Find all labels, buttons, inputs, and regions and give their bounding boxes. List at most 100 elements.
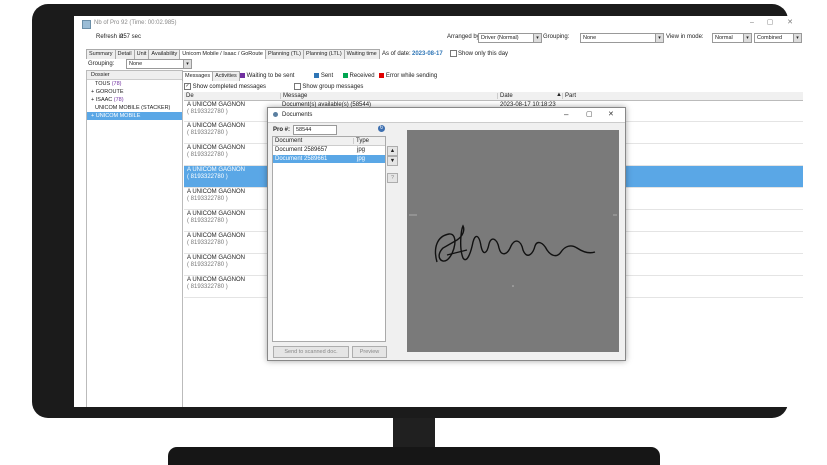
col-type[interactable]: Type: [353, 138, 369, 144]
row-phone: ( 8193322780 ): [187, 218, 228, 224]
preview-button[interactable]: Preview: [352, 346, 387, 358]
row-phone: ( 8193322780 ): [187, 240, 228, 246]
expand-plus-icon[interactable]: +: [91, 97, 94, 103]
arranged-by-select[interactable]: Driver (Normal) ▾: [478, 33, 542, 43]
tab-summary[interactable]: Summary: [86, 49, 116, 59]
help-button[interactable]: ?: [387, 173, 398, 183]
list-item[interactable]: Document 2589657 jpg: [273, 146, 385, 154]
list-item-selected[interactable]: Document 2589661 jpg: [273, 155, 385, 163]
col-document[interactable]: Document: [275, 138, 302, 144]
row-from: A UNICOM GAGNON: [187, 233, 246, 239]
show-day-checkbox[interactable]: [450, 50, 457, 57]
grid-header: De Message Date ▲ Part: [184, 92, 803, 101]
sidebar-item-label: UNICOM MOBILE (STACKER): [95, 105, 171, 111]
sidebar-item-count: (78): [111, 81, 122, 87]
sidebar-item-unicom-mobile[interactable]: + UNICOM MOBILE: [87, 112, 182, 120]
sidebar-item-isaac[interactable]: + ISAAC (78): [87, 96, 182, 104]
dialog-title-bar: Documents – ▢ ✕: [268, 108, 625, 123]
doc-name: Document 2589657: [275, 147, 328, 153]
options-row: ✓ Show completed messages Show group mes…: [184, 83, 363, 90]
documents-list-header: Document Type: [273, 137, 385, 146]
row-from: A UNICOM GAGNON: [187, 145, 246, 151]
pro-input[interactable]: 58544: [293, 125, 337, 135]
tab-messages[interactable]: Messages: [182, 71, 214, 81]
grouping-select[interactable]: None ▾: [580, 33, 664, 43]
view-mode2-select[interactable]: Combined ▾: [754, 33, 802, 43]
pro-label: Pro #:: [273, 127, 291, 133]
left-grouping-label: Grouping:: [88, 61, 115, 67]
expand-plus-icon[interactable]: +: [91, 89, 94, 95]
col-message[interactable]: Message: [280, 93, 307, 99]
maximize-icon[interactable]: ▢: [764, 18, 776, 28]
maximize-icon[interactable]: ▢: [586, 110, 593, 118]
move-up-button[interactable]: ▲: [387, 146, 398, 156]
row-phone: ( 8193322780 ): [187, 130, 228, 136]
tab-availability[interactable]: Availability: [148, 49, 181, 59]
title-bar: Nb of Pro 92 (Time: 00:02.985) – ▢ ✕: [74, 16, 803, 32]
show-group-checkbox[interactable]: [293, 83, 301, 90]
doc-type: jpg: [357, 147, 366, 153]
refresh-icon[interactable]: ↻: [378, 125, 385, 132]
show-completed-label: Show completed messages: [192, 84, 267, 91]
monitor-neck: [393, 418, 435, 448]
dialog-title: Documents: [282, 112, 313, 118]
tab-unit[interactable]: Unit: [133, 49, 150, 59]
doc-name: Document 2589661: [275, 156, 328, 162]
tab-waiting-time[interactable]: Waiting time: [343, 49, 380, 59]
sidebar-item-tous[interactable]: TOUS (78): [87, 80, 182, 88]
sidebar-item-unicom-stacker[interactable]: UNICOM MOBILE (STACKER): [87, 104, 182, 112]
close-icon[interactable]: ✕: [608, 110, 614, 118]
minimize-icon[interactable]: –: [564, 110, 568, 119]
pro-value: 58544: [296, 127, 312, 133]
as-of-label: As of date:: [382, 51, 411, 57]
move-down-button[interactable]: ▼: [387, 156, 398, 166]
chevron-down-icon: ▾: [793, 34, 801, 42]
show-completed-checkbox[interactable]: ✓: [184, 83, 191, 90]
tab-unicom-mobile[interactable]: Unicom Mobile / Isaac / GoRoute: [179, 49, 266, 59]
documents-dialog: Documents – ▢ ✕ Pro #: 58544 ↻ Document …: [267, 107, 626, 361]
tab-detail[interactable]: Detail: [114, 49, 135, 59]
window-title: Nb of Pro 92 (Time: 00:02.985): [94, 20, 177, 26]
tab-planning-ltl[interactable]: Planning (LTL): [303, 49, 345, 59]
chevron-down-icon: ▾: [743, 34, 751, 42]
close-icon[interactable]: ✕: [784, 18, 796, 28]
legend-label: Waiting to be sent: [246, 73, 295, 80]
dossier-header: Dossier: [87, 71, 182, 80]
legend-swatch: [379, 73, 385, 78]
legend-label: Sent: [320, 73, 334, 80]
left-grouping-value: None: [129, 61, 143, 67]
sidebar-item-label: GOROUTE: [95, 89, 124, 95]
row-from: A UNICOM GAGNON: [187, 255, 246, 261]
tab-planning-tl[interactable]: Planning (TL): [264, 49, 304, 59]
as-of-date[interactable]: 2023-08-17: [412, 51, 443, 57]
legend-swatch: [342, 73, 348, 78]
expand-plus-icon[interactable]: +: [91, 113, 94, 119]
legend-label: Error while sending: [385, 73, 438, 80]
grouping-label: Grouping:: [543, 34, 570, 40]
tab-activities[interactable]: Activities: [212, 71, 240, 81]
view-mode-label: View in mode:: [666, 34, 704, 40]
row-from: A UNICOM GAGNON: [187, 277, 246, 283]
row-phone: ( 8193322780 ): [187, 284, 228, 290]
left-grouping-select[interactable]: None ▾: [126, 59, 192, 69]
send-scanned-button[interactable]: Send to scanned doc.: [273, 346, 349, 358]
row-phone: ( 8193322780 ): [187, 196, 228, 202]
row-from: A UNICOM GAGNON: [187, 189, 246, 195]
col-part[interactable]: Part: [562, 93, 576, 99]
status-legend: Waiting to be sent Sent Received Error w…: [240, 73, 437, 79]
col-de[interactable]: De: [186, 93, 194, 99]
app-icon: [82, 20, 91, 29]
view-mode-select[interactable]: Normal ▾: [712, 33, 752, 43]
row-from: A UNICOM GAGNON: [187, 167, 246, 173]
signature-preview: [407, 130, 619, 352]
sidebar-item-goroute[interactable]: + GOROUTE: [87, 88, 182, 96]
grouping-value: None: [583, 35, 597, 41]
monitor-stand: [168, 447, 660, 465]
row-phone: ( 8193322780 ): [187, 262, 228, 268]
chevron-down-icon: ▾: [533, 34, 541, 42]
doc-type: jpg: [357, 156, 366, 162]
minimize-icon[interactable]: –: [746, 18, 758, 28]
sidebar-item-label: UNICOM MOBILE: [95, 113, 141, 119]
legend-swatch: [314, 73, 320, 78]
col-date[interactable]: Date: [497, 93, 513, 99]
